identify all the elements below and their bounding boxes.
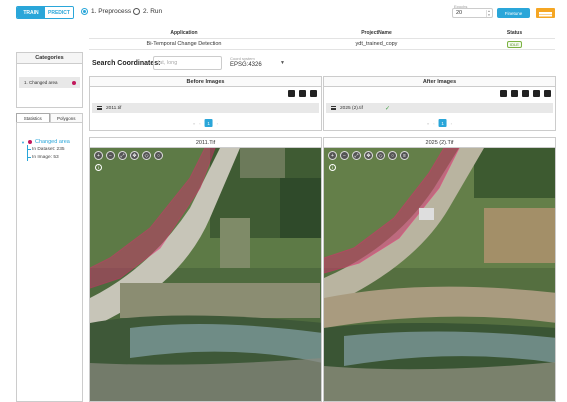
after-images-panel: After Images 2025 (2).tif ✓ « ‹ 1 › xyxy=(323,76,556,131)
prev-page-icon[interactable]: ‹ xyxy=(199,121,200,126)
page-number[interactable]: 1 xyxy=(204,119,213,127)
list-icon xyxy=(331,106,336,110)
list-icon xyxy=(97,106,102,110)
map-controls: + − ⤢ ✥ ◇ ○ xyxy=(94,151,163,160)
step-run-radio[interactable]: 2. Run xyxy=(133,8,162,15)
category-color-dot xyxy=(72,81,76,85)
epochs-input[interactable]: 20 ▲ ▼ xyxy=(452,8,493,18)
delete-icon[interactable] xyxy=(544,90,551,97)
file-row[interactable]: 2011.tif xyxy=(92,103,319,113)
mode-toggle: TRAIN PREDICT xyxy=(16,6,74,19)
after-map-viewer[interactable]: + − ⤢ ✥ ◇ ○ ≡ i xyxy=(324,148,555,401)
fit-icon[interactable]: ⤢ xyxy=(118,151,127,160)
file-name: 2011.tif xyxy=(106,105,122,111)
fit-icon[interactable]: ⤢ xyxy=(352,151,361,160)
eraser-icon[interactable]: ○ xyxy=(388,151,397,160)
delete-icon[interactable] xyxy=(310,90,317,97)
category-color-dot xyxy=(27,140,32,144)
categories-panel: Categories 1. Changed area xyxy=(16,52,83,108)
after-toolbar xyxy=(500,90,551,97)
zoom-in-icon[interactable]: + xyxy=(94,151,103,160)
satellite-image xyxy=(324,148,555,401)
step-run-label: 2. Run xyxy=(143,8,163,15)
before-map-viewer[interactable]: + − ⤢ ✥ ◇ ○ i xyxy=(90,148,321,401)
project-table: Application ProjectName Status Bi-Tempor… xyxy=(89,28,555,50)
zoom-out-icon[interactable]: − xyxy=(340,151,349,160)
image-icon[interactable] xyxy=(299,90,306,97)
finetune-button[interactable]: Finetune xyxy=(497,8,530,18)
stat-in-dataset: In Dataset: 235 xyxy=(27,145,70,153)
map-controls: + − ⤢ ✥ ◇ ○ ≡ xyxy=(328,151,409,160)
eraser-icon[interactable]: ○ xyxy=(154,151,163,160)
check-icon: ✓ xyxy=(384,105,390,112)
step-preprocess-radio[interactable]: 1. Preprocess xyxy=(81,8,131,15)
after-map-panel: 2025 (2).Tif + − ⤢ ✥ ◇ ○ ≡ i xyxy=(323,137,556,402)
search-label: Search Coordinates: xyxy=(92,60,161,67)
zoom-out-icon[interactable]: − xyxy=(106,151,115,160)
before-map-panel: 2011.Tif + − ⤢ ✥ ◇ ○ i xyxy=(89,137,322,402)
category-item-changed-area[interactable]: 1. Changed area xyxy=(19,77,80,88)
category-label: 1. Changed area xyxy=(24,80,58,85)
next-page-icon[interactable]: › xyxy=(451,121,452,126)
categories-title: Categories xyxy=(17,53,82,64)
caret-down-icon: ▼ xyxy=(21,139,25,145)
search-input[interactable]: lat, long xyxy=(153,56,222,70)
pan-icon[interactable]: ✥ xyxy=(364,151,373,160)
satellite-image xyxy=(90,148,321,401)
layers-icon[interactable]: ≡ xyxy=(400,151,409,160)
project-name: ydt_trained_copy xyxy=(355,41,398,47)
page-number[interactable]: 1 xyxy=(438,119,447,127)
app-logo xyxy=(536,8,555,18)
statistics-panel: ▼ Changed area In Dataset: 235 In Image:… xyxy=(16,123,83,402)
polygon-icon[interactable]: ◇ xyxy=(142,151,151,160)
project-table-header: Application ProjectName Status xyxy=(89,28,555,39)
add-photo-icon[interactable] xyxy=(500,90,507,97)
radio-checked-icon xyxy=(81,8,88,15)
file-row[interactable]: 2025 (2).tif ✓ xyxy=(326,103,553,113)
after-map-title: 2025 (2).Tif xyxy=(324,138,555,148)
chevron-down-icon[interactable]: ▼ xyxy=(280,60,285,66)
header-project-name: ProjectName xyxy=(361,30,392,36)
side-tabs: Statistics Polygons xyxy=(16,113,83,123)
prev-page-icon[interactable]: ‹ xyxy=(433,121,434,126)
spinner-icon[interactable]: ▲ ▼ xyxy=(486,9,491,17)
header-application: Application xyxy=(170,30,198,36)
coord-system-select[interactable]: EPSG:4326 xyxy=(230,62,262,68)
first-page-icon[interactable]: « xyxy=(427,121,429,126)
tab-polygons[interactable]: Polygons xyxy=(49,113,83,122)
upload-icon[interactable] xyxy=(511,90,518,97)
predict-mode-button[interactable]: PREDICT xyxy=(45,7,73,18)
first-page-icon[interactable]: « xyxy=(193,121,195,126)
project-application: Bi-Temporal Change Detection xyxy=(146,41,222,47)
info-icon[interactable]: i xyxy=(95,164,102,171)
step-preprocess-label: 1. Preprocess xyxy=(91,8,132,15)
before-map-title: 2011.Tif xyxy=(90,138,321,148)
before-toolbar xyxy=(288,90,317,97)
header-status: Status xyxy=(506,30,523,36)
before-images-panel: Before Images 2011.tif « ‹ 1 › xyxy=(89,76,322,131)
add-photo-icon[interactable] xyxy=(288,90,295,97)
stats-tree: ▼ Changed area In Dataset: 235 In Image:… xyxy=(21,139,70,161)
coord-system-label: Coord system xyxy=(230,56,255,61)
radio-unchecked-icon xyxy=(133,8,140,15)
zoom-in-icon[interactable]: + xyxy=(328,151,337,160)
next-page-icon[interactable]: › xyxy=(217,121,218,126)
pager: « ‹ 1 › xyxy=(193,119,218,127)
pager: « ‹ 1 › xyxy=(427,119,452,127)
image-icon[interactable] xyxy=(533,90,540,97)
download-icon[interactable] xyxy=(522,90,529,97)
train-mode-button[interactable]: TRAIN xyxy=(17,7,45,18)
stat-in-image: In Image: 53 xyxy=(27,153,70,161)
project-row[interactable]: Bi-Temporal Change Detection ydt_trained… xyxy=(89,39,555,50)
tab-statistics[interactable]: Statistics xyxy=(16,113,50,122)
before-images-title: Before Images xyxy=(90,77,321,87)
after-images-title: After Images xyxy=(324,77,555,87)
file-name: 2025 (2).tif xyxy=(340,105,363,111)
info-icon[interactable]: i xyxy=(329,164,336,171)
status-badge: IDLE xyxy=(507,40,522,48)
epochs-value: 20 xyxy=(456,10,463,16)
search-placeholder: lat, long xyxy=(158,60,178,66)
polygon-icon[interactable]: ◇ xyxy=(376,151,385,160)
pan-icon[interactable]: ✥ xyxy=(130,151,139,160)
